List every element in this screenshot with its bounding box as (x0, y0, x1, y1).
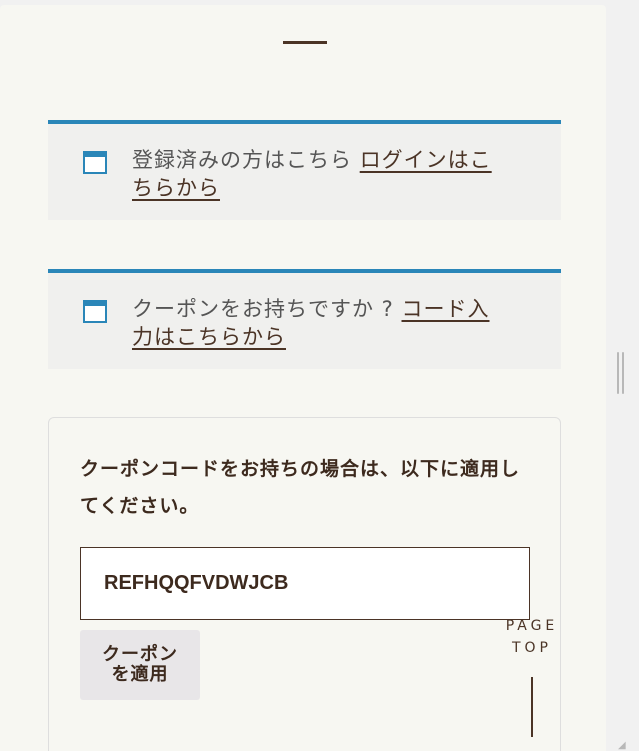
login-notice: 登録済みの方はこちら ログインはこちらから (48, 120, 561, 220)
resize-handle[interactable] (617, 352, 625, 394)
coupon-form: クーポンコードをお持ちの場合は、以下に適用してください。 クーポンを適用 (48, 417, 561, 751)
page-top-line1: PAGE (505, 618, 559, 634)
grip-line (622, 352, 624, 394)
page-top-line (531, 677, 533, 737)
page-top-button[interactable]: PAGE TOP (497, 615, 567, 659)
grip-line (617, 352, 619, 394)
window-icon (83, 300, 107, 324)
drawer-handle[interactable] (283, 41, 327, 44)
coupon-notice-text: クーポンをお持ちですか ? コード入力はこちらから (132, 295, 502, 351)
apply-coupon-button[interactable]: クーポンを適用 (80, 630, 200, 700)
page-viewport: 登録済みの方はこちら ログインはこちらから クーポンをお持ちですか ? コード入… (0, 0, 639, 751)
coupon-description: クーポンコードをお持ちの場合は、以下に適用してください。 (80, 458, 521, 517)
coupon-notice: クーポンをお持ちですか ? コード入力はこちらから (48, 269, 561, 369)
login-notice-label: 登録済みの方はこちら (132, 148, 360, 172)
resize-corner-icon[interactable]: ◢ (618, 741, 630, 751)
window-icon (83, 151, 107, 175)
login-notice-text: 登録済みの方はこちら ログインはこちらから (132, 146, 502, 202)
coupon-notice-label: クーポンをお持ちですか ? (132, 297, 402, 321)
page-top-line2: TOP (511, 640, 552, 656)
coupon-code-input[interactable] (80, 547, 530, 620)
cart-panel: 登録済みの方はこちら ログインはこちらから クーポンをお持ちですか ? コード入… (0, 5, 606, 751)
